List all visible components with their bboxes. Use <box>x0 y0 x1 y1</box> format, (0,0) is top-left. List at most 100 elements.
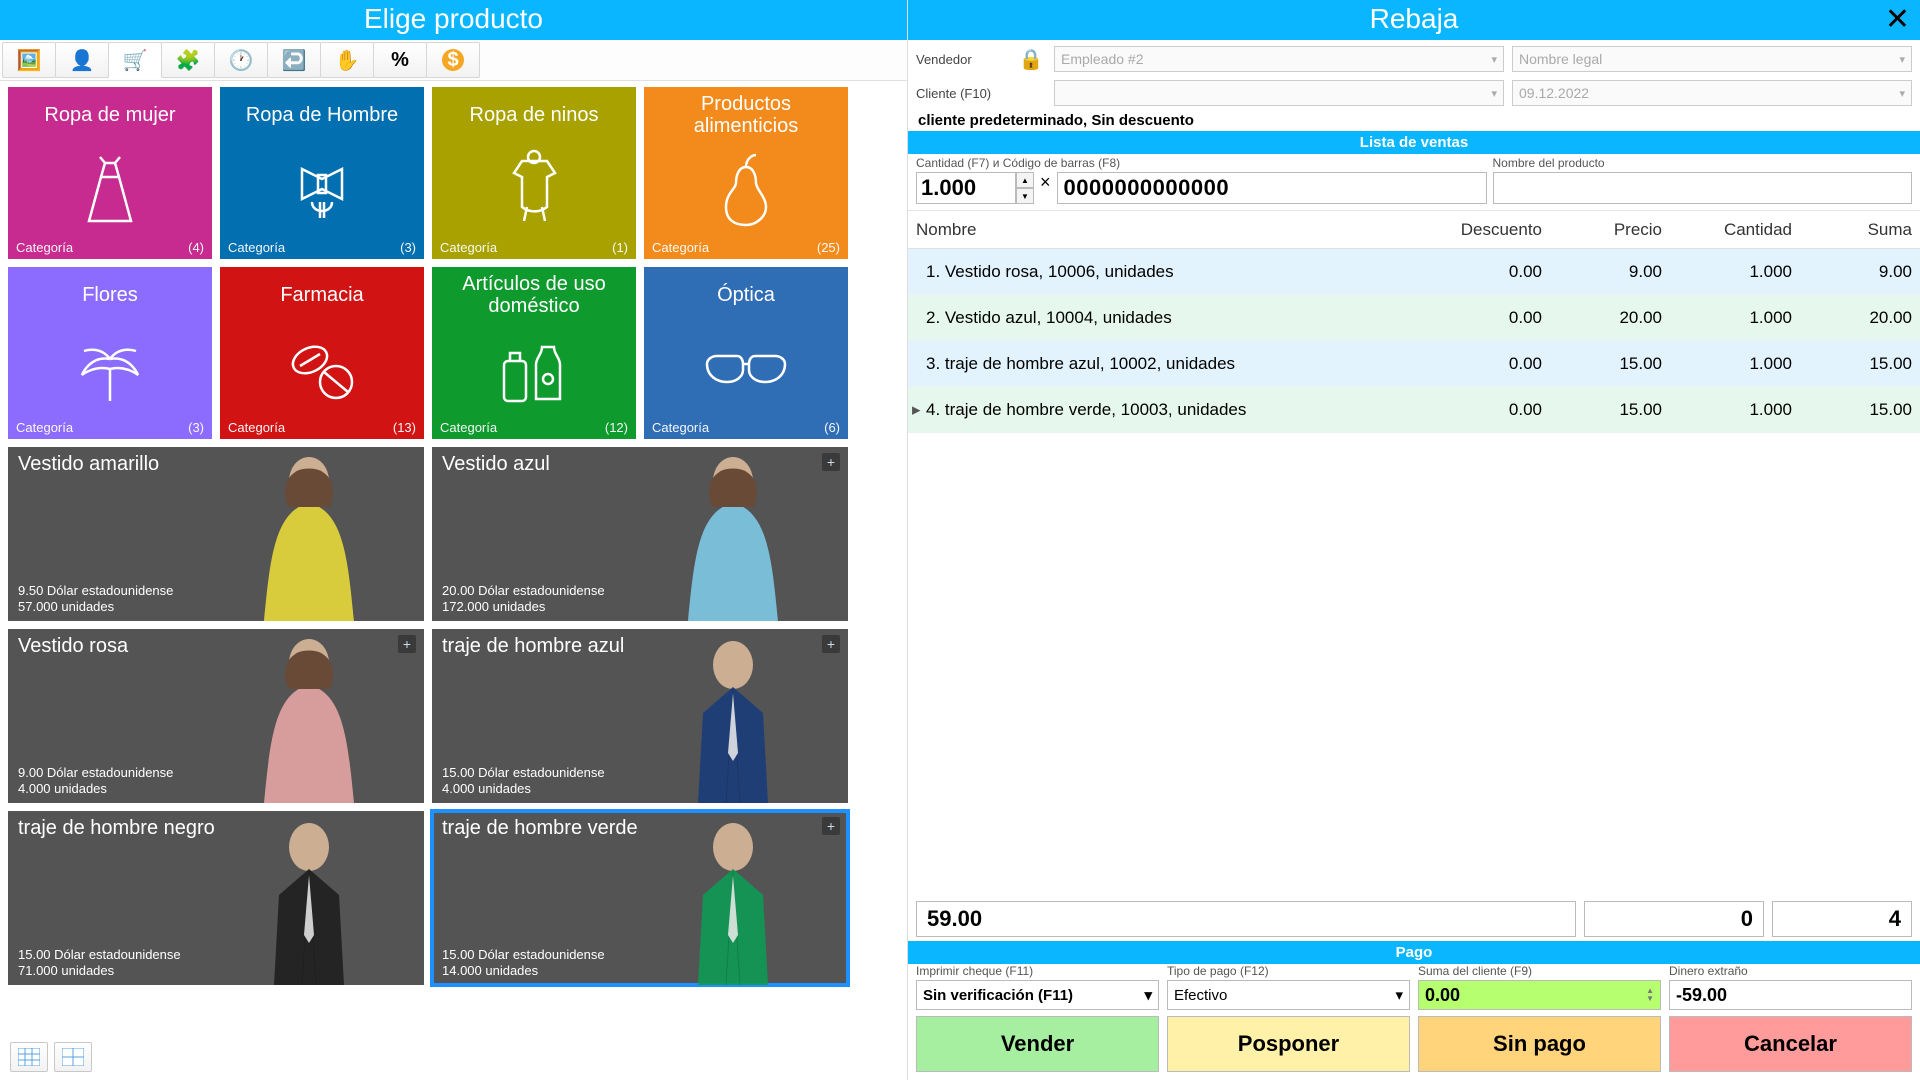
cell-sum: 15.00 <box>1792 354 1912 374</box>
close-icon[interactable]: ✕ <box>1885 2 1910 37</box>
category-meta: Categoría <box>16 240 73 255</box>
category-tile[interactable]: Ropa de Hombre Categoría(3) <box>220 87 424 259</box>
col-name: Nombre <box>916 220 1412 240</box>
product-tile[interactable]: + Vestido azul 20.00 Dólar estadounidens… <box>432 447 848 621</box>
plus-icon[interactable]: + <box>822 817 840 835</box>
category-title: Flores <box>16 273 204 317</box>
category-meta: Categoría <box>652 240 709 255</box>
tool-picture[interactable]: 🖼️ <box>2 42 56 78</box>
total-sum: 59.00 <box>916 901 1576 937</box>
category-tile[interactable]: Productos alimenticios Categoría(25) <box>644 87 848 259</box>
product-title: traje de hombre azul <box>442 635 838 658</box>
type-label: Tipo de pago (F12) <box>1167 964 1410 978</box>
change-label: Dinero extraño <box>1669 964 1912 978</box>
cell-qty: 1.000 <box>1662 262 1792 282</box>
view-list-icon[interactable] <box>10 1042 48 1072</box>
table-row[interactable]: ▸ 4. traje de hombre verde, 10003, unida… <box>908 387 1920 433</box>
legal-combo[interactable]: Nombre legal▾ <box>1512 46 1912 72</box>
category-tile[interactable]: Ropa de mujer Categoría(4) <box>8 87 212 259</box>
product-grid: Ropa de mujer Categoría(4)Ropa de Hombre… <box>0 81 907 1038</box>
category-tile[interactable]: Ropa de ninos Categoría(1) <box>432 87 636 259</box>
pname-label: Nombre del producto <box>1493 156 1912 170</box>
category-title: Óptica <box>652 273 840 317</box>
bowtie-icon <box>228 137 416 240</box>
col-price: Precio <box>1542 220 1662 240</box>
cell-disc: 0.00 <box>1412 354 1542 374</box>
change-value: -59.00 <box>1669 980 1912 1010</box>
cell-name: 3. traje de hombre azul, 10002, unidades <box>926 354 1412 374</box>
pay-band: Pago <box>908 941 1920 964</box>
plus-icon[interactable]: + <box>822 453 840 471</box>
right-panel: Rebaja ✕ Vendedor 🔒 Empleado #2▾ Nombre … <box>908 0 1920 1080</box>
category-tile[interactable]: Artículos de uso doméstico Categoría(12) <box>432 267 636 439</box>
category-count: (3) <box>400 240 416 255</box>
tool-undo[interactable]: ↩️ <box>267 42 321 78</box>
plus-icon[interactable]: + <box>822 635 840 653</box>
product-tile[interactable]: + Vestido rosa 9.00 Dólar estadounidense… <box>8 629 424 803</box>
category-tile[interactable]: Óptica Categoría(6) <box>644 267 848 439</box>
category-tile[interactable]: Flores Categoría(3) <box>8 267 212 439</box>
qty-input[interactable] <box>916 172 1016 204</box>
tool-dollar[interactable]: $ <box>426 42 480 78</box>
product-title: traje de hombre verde <box>442 817 838 840</box>
category-title: Ropa de ninos <box>440 93 628 137</box>
tool-clock[interactable]: 🕐 <box>214 42 268 78</box>
view-toggle <box>0 1038 907 1080</box>
product-tile[interactable]: Vestido amarillo 9.50 Dólar estadouniden… <box>8 447 424 621</box>
print-select[interactable]: Sin verificación (F11)▾ <box>916 980 1159 1010</box>
product-meta: 15.00 Dólar estadounidense4.000 unidades <box>442 765 838 798</box>
print-label: Imprimir cheque (F11) <box>916 964 1159 978</box>
cell-disc: 0.00 <box>1412 400 1542 420</box>
left-title: Elige producto <box>0 0 907 40</box>
cell-sum: 15.00 <box>1792 400 1912 420</box>
table-row[interactable]: 1. Vestido rosa, 10006, unidades 0.00 9.… <box>908 249 1920 295</box>
sales-band: Lista de ventas <box>908 131 1920 154</box>
cell-price: 9.00 <box>1542 262 1662 282</box>
type-select[interactable]: Efectivo▾ <box>1167 980 1410 1010</box>
tool-puzzle[interactable]: 🧩 <box>161 42 215 78</box>
date-combo[interactable]: 09.12.2022▾ <box>1512 80 1912 106</box>
product-tile[interactable]: traje de hombre negro 15.00 Dólar estado… <box>8 811 424 985</box>
category-count: (25) <box>817 240 840 255</box>
table-row[interactable]: 2. Vestido azul, 10004, unidades 0.00 20… <box>908 295 1920 341</box>
barcode-input[interactable] <box>1057 172 1487 204</box>
totals-row: 59.00 0 4 <box>908 897 1920 941</box>
product-tile[interactable]: + traje de hombre azul 15.00 Dólar estad… <box>432 629 848 803</box>
product-title: Vestido azul <box>442 453 838 476</box>
table-row[interactable]: 3. traje de hombre azul, 10002, unidades… <box>908 341 1920 387</box>
client-combo[interactable]: ▾ <box>1054 80 1504 106</box>
tool-hand[interactable]: ✋ <box>320 42 374 78</box>
cancel-button[interactable]: Cancelar <box>1669 1016 1912 1072</box>
tool-user[interactable]: 👤 <box>55 42 109 78</box>
product-title: Vestido amarillo <box>18 453 414 476</box>
category-title: Artículos de uso doméstico <box>440 273 628 317</box>
cell-name: 4. traje de hombre verde, 10003, unidade… <box>926 400 1412 420</box>
col-disc: Descuento <box>1412 220 1542 240</box>
client-sum-input[interactable]: 0.00 ▲▼ <box>1418 980 1661 1010</box>
category-meta: Categoría <box>652 420 709 435</box>
tool-cart[interactable]: 🛒 <box>108 42 162 78</box>
cell-name: 1. Vestido rosa, 10006, unidades <box>926 262 1412 282</box>
view-grid-icon[interactable] <box>54 1042 92 1072</box>
product-tile[interactable]: + traje de hombre verde 15.00 Dólar esta… <box>432 811 848 985</box>
client-row: Cliente (F10) 🔒 ▾ 09.12.2022▾ <box>908 74 1920 108</box>
vendor-combo[interactable]: Empleado #2▾ <box>1054 46 1504 72</box>
product-title: Vestido rosa <box>18 635 414 658</box>
sell-button[interactable]: Vender <box>916 1016 1159 1072</box>
category-tile[interactable]: Farmacia Categoría(13) <box>220 267 424 439</box>
plus-icon[interactable]: + <box>398 635 416 653</box>
cell-price: 20.00 <box>1542 308 1662 328</box>
cell-sum: 20.00 <box>1792 308 1912 328</box>
client-info: cliente predeterminado, Sin descuento <box>908 108 1920 131</box>
action-buttons: Vender Posponer Sin pago Cancelar <box>908 1016 1920 1080</box>
lock-icon[interactable]: 🔒 <box>1016 44 1046 74</box>
product-name-input[interactable] <box>1493 172 1912 204</box>
tool-percent[interactable]: % <box>373 42 427 78</box>
product-meta: 9.50 Dólar estadounidense57.000 unidades <box>18 583 414 616</box>
postpone-button[interactable]: Posponer <box>1167 1016 1410 1072</box>
qty-stepper[interactable]: ▲▼ <box>1016 172 1034 204</box>
category-count: (3) <box>188 420 204 435</box>
nopay-button[interactable]: Sin pago <box>1418 1016 1661 1072</box>
category-title: Farmacia <box>228 273 416 317</box>
vendor-row: Vendedor 🔒 Empleado #2▾ Nombre legal▾ <box>908 40 1920 74</box>
